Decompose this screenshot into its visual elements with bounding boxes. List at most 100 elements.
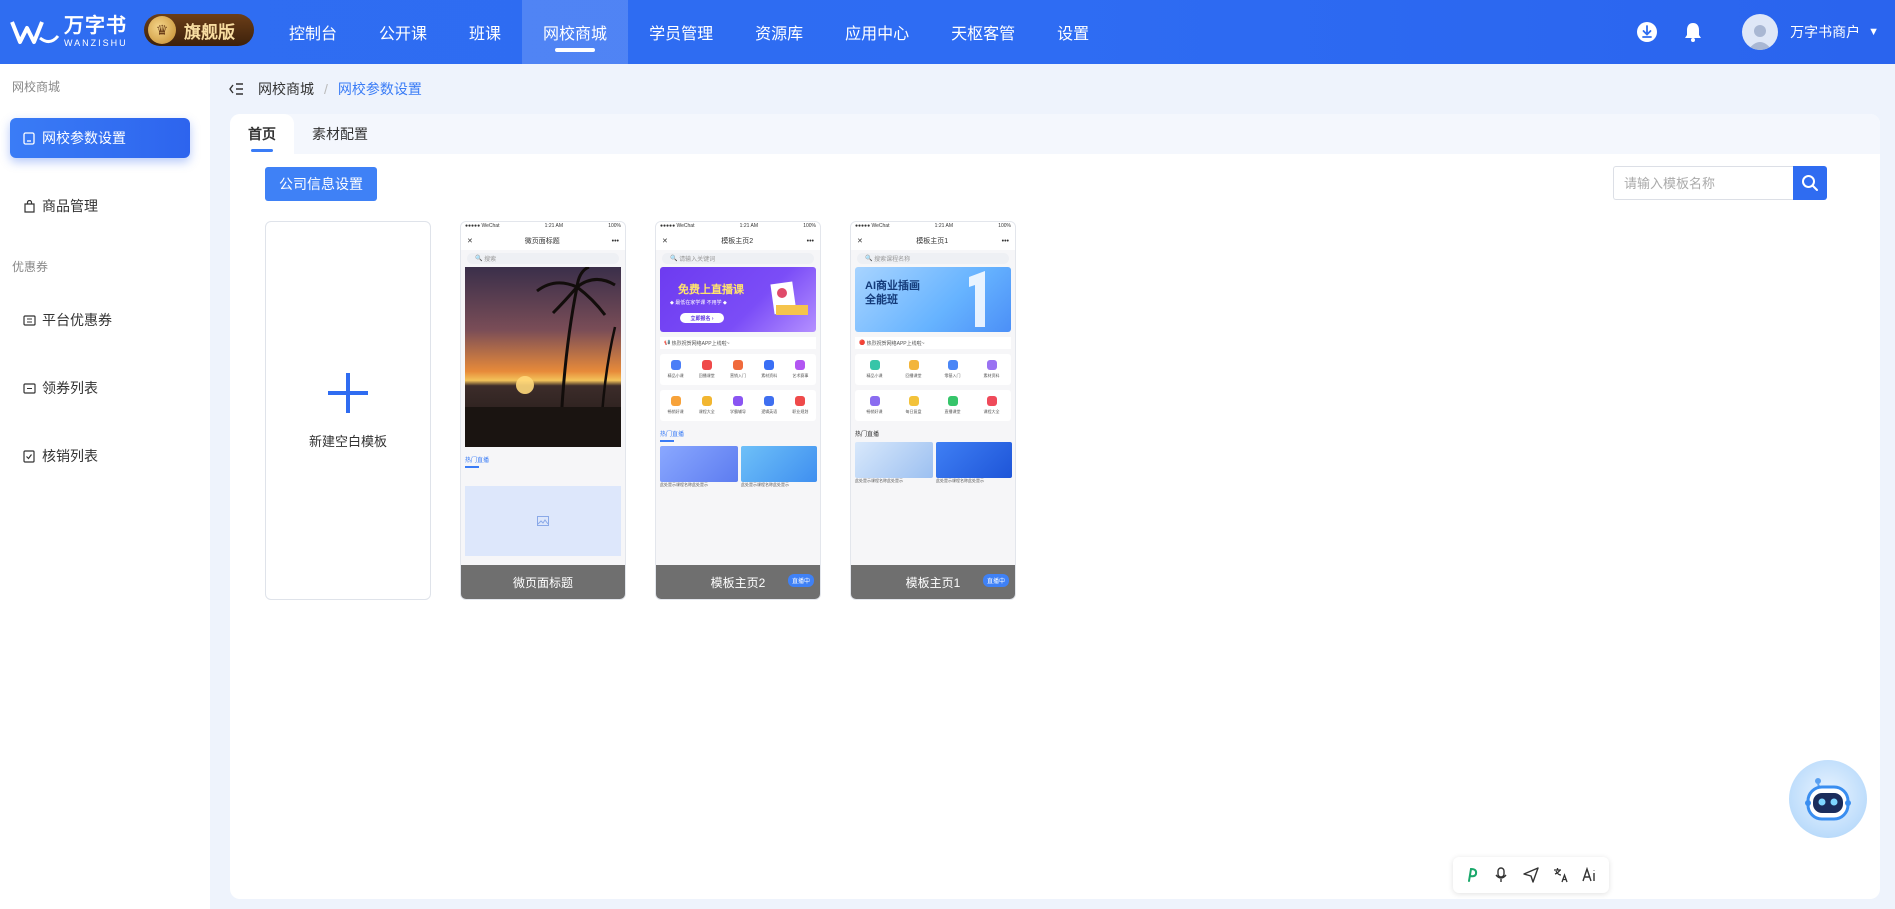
- template-card-micro-page[interactable]: ●●●●● WeChat 1:21 AM 100% ✕ 微页面标题 ••• 🔍 …: [460, 221, 626, 600]
- caret-down-icon[interactable]: ▼: [1868, 26, 1879, 38]
- nav-school-mall[interactable]: 网校商城: [522, 0, 629, 64]
- breadcrumb-separator: /: [324, 81, 328, 97]
- phone-status-bar: ●●●●● WeChat 1:21 AM 100%: [851, 222, 1015, 232]
- category-item: 每日复盘: [894, 396, 933, 415]
- close-icon: ✕: [662, 238, 668, 245]
- phone-header: ✕ 模板主页1 •••: [851, 232, 1015, 250]
- avatar[interactable]: [1742, 14, 1779, 50]
- template-name-overlay: 模板主页1 直播中: [851, 565, 1015, 599]
- ai-assistant-robot-icon[interactable]: [1789, 760, 1867, 838]
- edition-label: 旗舰版: [184, 22, 235, 42]
- sidebar-item-verification-list[interactable]: 核销列表: [10, 436, 190, 476]
- section-underline: [660, 440, 674, 442]
- main-nav: 控制台 公开课 班课 网校商城 学员管理 资源库 应用中心 天枢客管 设置: [268, 0, 1110, 64]
- nav-class[interactable]: 班课: [448, 0, 522, 64]
- bag-icon: [22, 199, 36, 213]
- sidebar-item-label: 领券列表: [42, 380, 98, 396]
- company-info-button[interactable]: 公司信息设置: [265, 167, 377, 201]
- notice-bar: 🔴 热烈祝贺网络APP上线啦~: [855, 337, 1011, 349]
- download-icon[interactable]: [1636, 21, 1658, 43]
- template-name: 模板主页1: [905, 575, 961, 590]
- category-item: 精品小课: [660, 360, 691, 379]
- template-card-home-2[interactable]: ●●●●● WeChat 1:21 AM 100% ✕ 模板主页2 ••• 🔍 …: [655, 221, 821, 600]
- phone-search-text: 搜索: [484, 257, 497, 263]
- bell-icon[interactable]: [1682, 21, 1704, 43]
- image-placeholder-icon: [465, 486, 621, 556]
- nav-dashboard[interactable]: 控制台: [268, 0, 358, 64]
- sidebar-group-coupon: 优惠券: [12, 260, 49, 274]
- section-underline: [465, 466, 479, 468]
- breadcrumb: 网校商城 / 网校参数设置: [228, 78, 422, 100]
- category-item: 回播课堂: [691, 360, 722, 379]
- phone-title: 模板主页1: [916, 238, 949, 245]
- collapse-sidebar-icon[interactable]: [228, 81, 244, 97]
- nav-app-center[interactable]: 应用中心: [824, 0, 930, 64]
- template-card-home-1[interactable]: ●●●●● WeChat 1:21 AM 100% ✕ 模板主页1 ••• 🔍 …: [850, 221, 1016, 600]
- phone-time: 1:21 AM: [544, 223, 564, 229]
- template-name-overlay: 模板主页2 直播中: [656, 565, 820, 599]
- crown-icon: ♛: [148, 16, 176, 44]
- send-icon[interactable]: [1521, 865, 1541, 885]
- breadcrumb-item-mall[interactable]: 网校商城: [258, 79, 314, 99]
- ai-text-icon[interactable]: [1580, 865, 1600, 885]
- search-button[interactable]: [1793, 166, 1827, 200]
- tab-material-config[interactable]: 素材配置: [294, 114, 386, 154]
- phone-search-text: 请输入关键词: [679, 257, 716, 263]
- nav-student-management[interactable]: 学员管理: [628, 0, 734, 64]
- banner-title: 免费上直播课: [678, 284, 744, 296]
- logo-icon: [10, 21, 60, 44]
- brand-logo[interactable]: 万字书 WANZISHU: [10, 12, 128, 52]
- phone-time: 1:21 AM: [739, 223, 759, 229]
- number-one-icon: [969, 271, 985, 327]
- phone-header: ✕ 模板主页2 •••: [656, 232, 820, 250]
- sidebar-item-coupon-list[interactable]: 领券列表: [10, 368, 190, 408]
- sidebar-item-platform-coupons[interactable]: 平台优惠券: [10, 300, 190, 340]
- category-item: 艺术赛事: [785, 360, 816, 379]
- category-item: 课程大全: [972, 396, 1011, 415]
- breadcrumb-item-current: 网校参数设置: [337, 81, 422, 97]
- search-icon: [1802, 175, 1818, 191]
- new-blank-template-card[interactable]: 新建空白模板: [265, 221, 431, 600]
- sidebar-item-label: 核销列表: [42, 448, 98, 464]
- nav-settings[interactable]: 设置: [1036, 0, 1110, 64]
- phone-header: ✕ 微页面标题 •••: [461, 232, 625, 250]
- banner-title: AI商业插画 全能班: [865, 280, 920, 307]
- sidebar-item-school-settings[interactable]: 网校参数设置: [10, 118, 190, 158]
- microphone-icon[interactable]: [1491, 865, 1511, 885]
- template-name: 模板主页2: [710, 575, 766, 590]
- new-template-label: 新建空白模板: [308, 434, 387, 449]
- promo-banner: AI商业插画 全能班: [855, 267, 1011, 332]
- nav-customer-management[interactable]: 天枢客管: [930, 0, 1036, 64]
- sidebar: 网校商城 网校参数设置 商品管理 优惠券 平台优惠券 领券列表 核销列表: [0, 64, 210, 909]
- nav-open-class[interactable]: 公开课: [358, 0, 448, 64]
- brand-name: 万字书: [64, 15, 127, 37]
- translate-icon[interactable]: [1551, 865, 1571, 885]
- plugin-logo-icon[interactable]: [1462, 865, 1482, 885]
- banner-button: 立即报名 ›: [680, 313, 724, 323]
- live-tag: 直播中: [787, 574, 814, 587]
- category-item: 畅销好课: [660, 396, 691, 415]
- user-name[interactable]: 万字书商户: [1790, 22, 1860, 42]
- category-item: 精品小课: [855, 360, 894, 379]
- phone-carrier: ●●●●● WeChat: [855, 223, 890, 229]
- tab-bar: 首页 素材配置: [230, 114, 1880, 154]
- live-tag: 直播中: [982, 574, 1009, 587]
- category-item: 职业规划: [785, 396, 816, 415]
- sidebar-item-goods-management[interactable]: 商品管理: [10, 186, 190, 226]
- phone-battery: 100%: [608, 223, 621, 229]
- category-item: 素材资料: [972, 360, 1011, 379]
- more-icon: •••: [611, 237, 619, 245]
- tab-home[interactable]: 首页: [230, 114, 294, 154]
- section-title: 热门直播: [660, 432, 685, 438]
- plus-icon: [328, 373, 368, 413]
- phone-battery: 100%: [803, 223, 816, 229]
- notice-bar: 📢 热烈祝贺网络APP上线啦~: [660, 337, 816, 349]
- course-caption: 此处是示课程名称此处是示: [936, 478, 984, 483]
- category-item: 学霸辅导: [722, 396, 753, 415]
- nav-resource-library[interactable]: 资源库: [734, 0, 824, 64]
- course-cards: 此处是示课程名称此处是示 此处是示课程名称此处是示: [855, 442, 1012, 484]
- template-search-input[interactable]: [1613, 166, 1793, 200]
- category-icon-grid-2: 畅销好课 每日复盘 直播课堂 课程大全: [855, 390, 1011, 421]
- category-item: 营销入门: [722, 360, 753, 379]
- template-search: [1613, 166, 1827, 200]
